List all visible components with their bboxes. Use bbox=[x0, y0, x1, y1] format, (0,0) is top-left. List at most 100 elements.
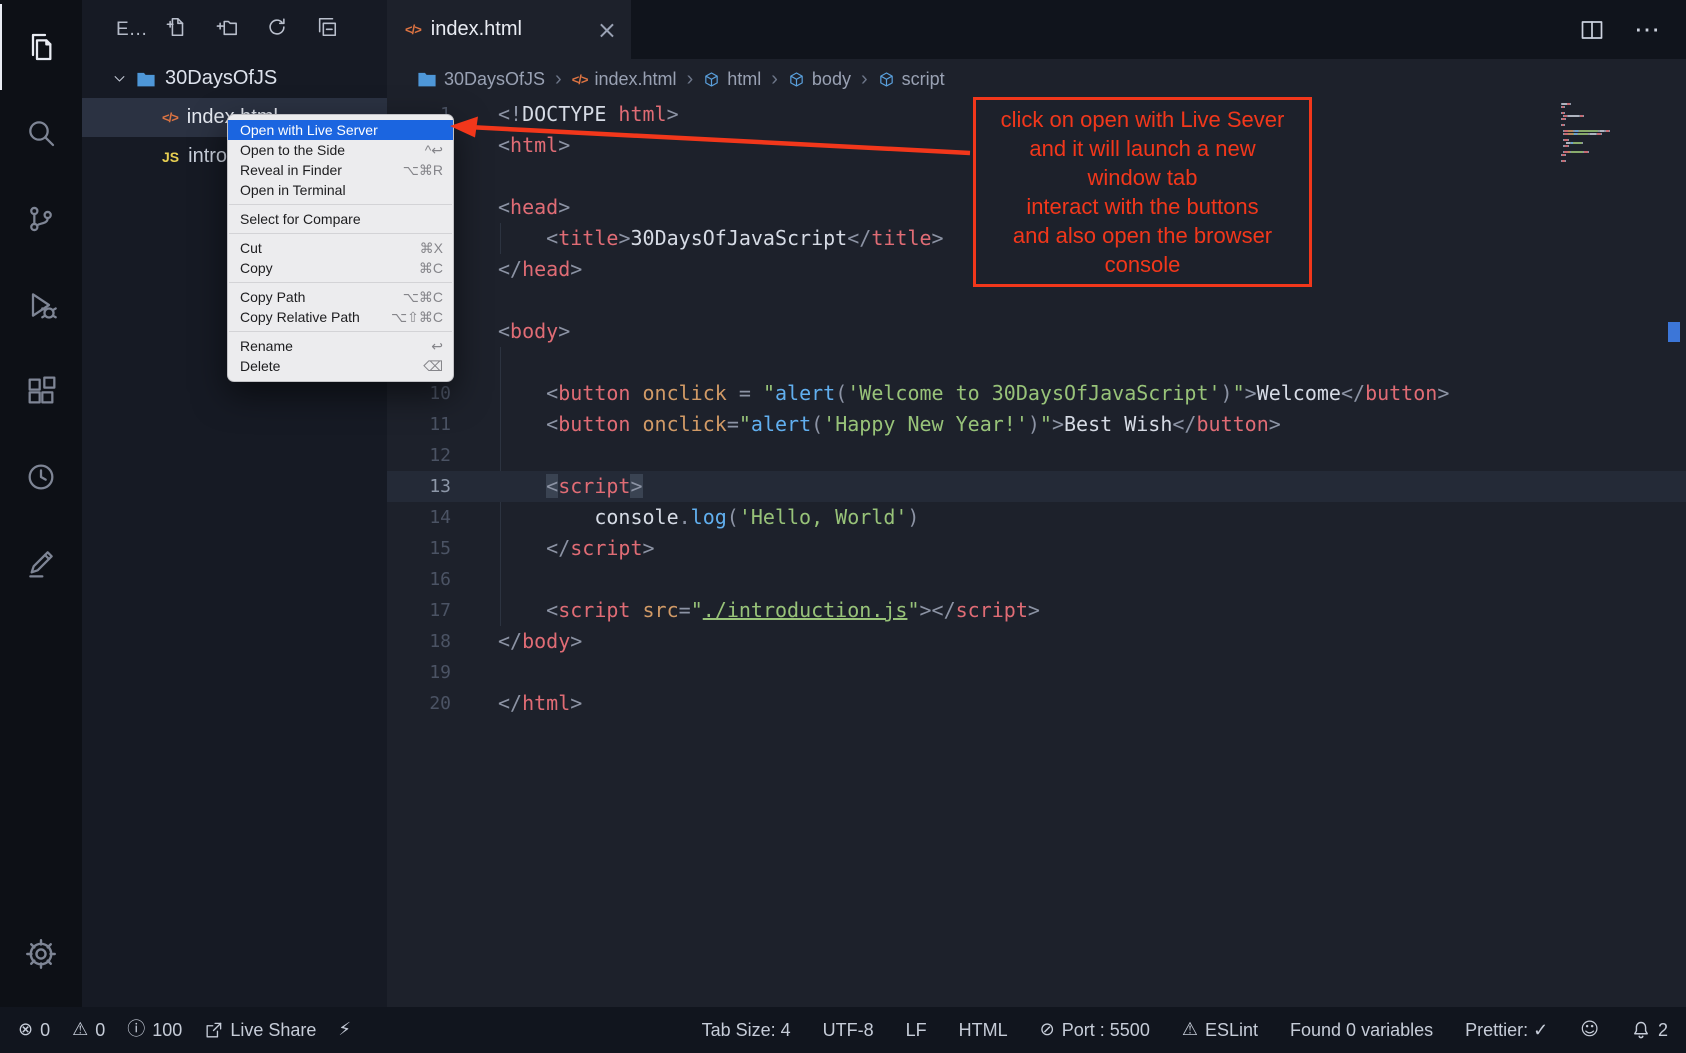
more-actions-icon[interactable]: ⋯ bbox=[1634, 14, 1660, 45]
close-tab-icon[interactable]: × bbox=[597, 16, 617, 44]
status-0[interactable]: ⚠0 bbox=[72, 1020, 105, 1041]
tab-bar: </> index.html × ⋯ bbox=[387, 0, 1686, 59]
activity-item-source-control[interactable] bbox=[0, 176, 82, 262]
activity-item-edit[interactable] bbox=[0, 520, 82, 606]
breadcrumb-item-html[interactable]: html bbox=[703, 69, 761, 90]
code-line-16[interactable]: 16 bbox=[387, 564, 1686, 595]
menu-item-label: Open in Terminal bbox=[240, 182, 443, 198]
menu-item-label: Delete bbox=[240, 358, 411, 374]
minimap[interactable] bbox=[1561, 103, 1661, 163]
menu-item-select-for-compare[interactable]: Select for Compare bbox=[228, 209, 453, 229]
status-bar: ⊗0⚠0ⓘ100Live Share⚡ Tab Size: 4UTF-8LFHT… bbox=[0, 1007, 1686, 1053]
folder-item-30DaysOfJS[interactable]: 30DaysOfJS bbox=[82, 59, 387, 98]
menu-item-cut[interactable]: Cut⌘X bbox=[228, 238, 453, 258]
breadcrumb-item-script[interactable]: script bbox=[878, 69, 945, 90]
code-line-13[interactable]: 13 <script> bbox=[387, 471, 1686, 502]
tab-index-html[interactable]: </> index.html × bbox=[387, 0, 631, 59]
code-text: </script> bbox=[498, 533, 655, 564]
status-html[interactable]: HTML bbox=[959, 1020, 1008, 1041]
code-line-14[interactable]: 14 console.log('Hello, World') bbox=[387, 502, 1686, 533]
menu-item-copy-relative-path[interactable]: Copy Relative Path⌥⇧⌘C bbox=[228, 307, 453, 327]
status-zap-icon[interactable]: ⚡ bbox=[338, 1021, 351, 1039]
status-smiley-icon[interactable]: ☺ bbox=[1580, 1021, 1599, 1039]
status-eslint[interactable]: ⚠ESLint bbox=[1182, 1020, 1258, 1041]
menu-item-shortcut: ⌘X bbox=[420, 240, 443, 257]
warning-icon: ⚠ bbox=[1182, 1021, 1198, 1039]
code-line-17[interactable]: 17 <script src="./introduction.js"></scr… bbox=[387, 595, 1686, 626]
status-utf-8[interactable]: UTF-8 bbox=[823, 1020, 874, 1041]
vscode-window: E… 30DaysOfJS </>index.htmlJSintroductio… bbox=[0, 0, 1686, 1053]
activity-item-extensions[interactable] bbox=[0, 348, 82, 434]
activity-item-explorer[interactable] bbox=[0, 4, 82, 90]
code-line-19[interactable]: 19 bbox=[387, 657, 1686, 688]
line-number: 12 bbox=[387, 440, 451, 471]
status-prettier[interactable]: Prettier: ✓ bbox=[1465, 1020, 1548, 1041]
menu-item-shortcut: ^↩ bbox=[425, 142, 443, 159]
status-label: 0 bbox=[40, 1020, 50, 1041]
annotation-line: and also open the browser bbox=[980, 221, 1305, 250]
code-text: <script> bbox=[498, 471, 643, 502]
code-line-7[interactable]: 7 bbox=[387, 285, 1686, 316]
code-line-10[interactable]: 10 <button onclick = "alert('Welcome to … bbox=[387, 378, 1686, 409]
menu-item-open-in-terminal[interactable]: Open in Terminal bbox=[228, 180, 453, 200]
menu-item-rename[interactable]: Rename↩ bbox=[228, 336, 453, 356]
overview-ruler-marker bbox=[1668, 322, 1680, 342]
code-line-20[interactable]: 20</html> bbox=[387, 688, 1686, 719]
menu-item-open-with-live-server[interactable]: Open with Live Server bbox=[228, 120, 453, 140]
status-lf[interactable]: LF bbox=[906, 1020, 927, 1041]
code-line-12[interactable]: 12 bbox=[387, 440, 1686, 471]
menu-item-label: Open to the Side bbox=[240, 142, 413, 158]
line-number: 11 bbox=[387, 409, 451, 440]
status-found-0-variables[interactable]: Found 0 variables bbox=[1290, 1020, 1433, 1041]
activity-item-search[interactable] bbox=[0, 90, 82, 176]
breadcrumb-item-index.html[interactable]: </>index.html bbox=[572, 69, 677, 90]
status-2[interactable]: 2 bbox=[1631, 1020, 1668, 1041]
menu-item-label: Copy Path bbox=[240, 289, 391, 305]
refresh-icon[interactable] bbox=[266, 16, 288, 44]
breadcrumb-item-body[interactable]: body bbox=[788, 69, 851, 90]
breadcrumb-label: html bbox=[727, 69, 761, 90]
menu-item-label: Rename bbox=[240, 338, 419, 354]
menu-item-reveal-in-finder[interactable]: Reveal in Finder⌥⌘R bbox=[228, 160, 453, 180]
status-100[interactable]: ⓘ100 bbox=[127, 1020, 182, 1041]
new-folder-icon[interactable] bbox=[216, 16, 238, 44]
new-file-icon[interactable] bbox=[166, 16, 188, 44]
status-label: Prettier: ✓ bbox=[1465, 1020, 1548, 1041]
status-0[interactable]: ⊗0 bbox=[18, 1020, 50, 1041]
code-text: <head> bbox=[498, 192, 570, 223]
code-line-15[interactable]: 15 </script> bbox=[387, 533, 1686, 564]
breadcrumb-separator: › bbox=[555, 68, 562, 91]
code-line-9[interactable]: 9 bbox=[387, 347, 1686, 378]
warning-icon: ⚠ bbox=[72, 1021, 88, 1039]
source-control-icon bbox=[25, 203, 57, 235]
status-label: LF bbox=[906, 1020, 927, 1041]
split-editor-icon[interactable] bbox=[1580, 18, 1604, 42]
code-line-11[interactable]: 11 <button onclick="alert('Happy New Yea… bbox=[387, 409, 1686, 440]
menu-item-copy-path[interactable]: Copy Path⌥⌘C bbox=[228, 287, 453, 307]
code-line-18[interactable]: 18</body> bbox=[387, 626, 1686, 657]
status-port-5500[interactable]: ⊘Port : 5500 bbox=[1040, 1020, 1150, 1041]
code-text: <!DOCTYPE html> bbox=[498, 99, 679, 130]
status-label: Port : 5500 bbox=[1062, 1020, 1150, 1041]
symbol-icon bbox=[878, 71, 895, 88]
history-icon bbox=[25, 461, 57, 493]
activity-item-run-debug[interactable] bbox=[0, 262, 82, 348]
symbol-icon bbox=[788, 71, 805, 88]
menu-item-copy[interactable]: Copy⌘C bbox=[228, 258, 453, 278]
line-number: 16 bbox=[387, 564, 451, 595]
code-text: </head> bbox=[498, 254, 582, 285]
activity-item-settings-gear[interactable] bbox=[0, 911, 82, 997]
collapse-all-icon[interactable] bbox=[316, 16, 338, 44]
menu-item-open-to-the-side[interactable]: Open to the Side ^↩ bbox=[228, 140, 453, 160]
activity-item-history[interactable] bbox=[0, 434, 82, 520]
line-number: 10 bbox=[387, 378, 451, 409]
annotation-line: interact with the buttons bbox=[980, 192, 1305, 221]
status-live-share[interactable]: Live Share bbox=[204, 1020, 316, 1041]
code-line-8[interactable]: 8<body> bbox=[387, 316, 1686, 347]
search-icon bbox=[25, 117, 57, 149]
menu-item-delete[interactable]: Delete⌫ bbox=[228, 356, 453, 376]
breadcrumb-item-30DaysOfJS[interactable]: 30DaysOfJS bbox=[417, 69, 545, 90]
breadcrumb-label: script bbox=[902, 69, 945, 90]
status-tab-size-4[interactable]: Tab Size: 4 bbox=[702, 1020, 791, 1041]
line-number: 18 bbox=[387, 626, 451, 657]
